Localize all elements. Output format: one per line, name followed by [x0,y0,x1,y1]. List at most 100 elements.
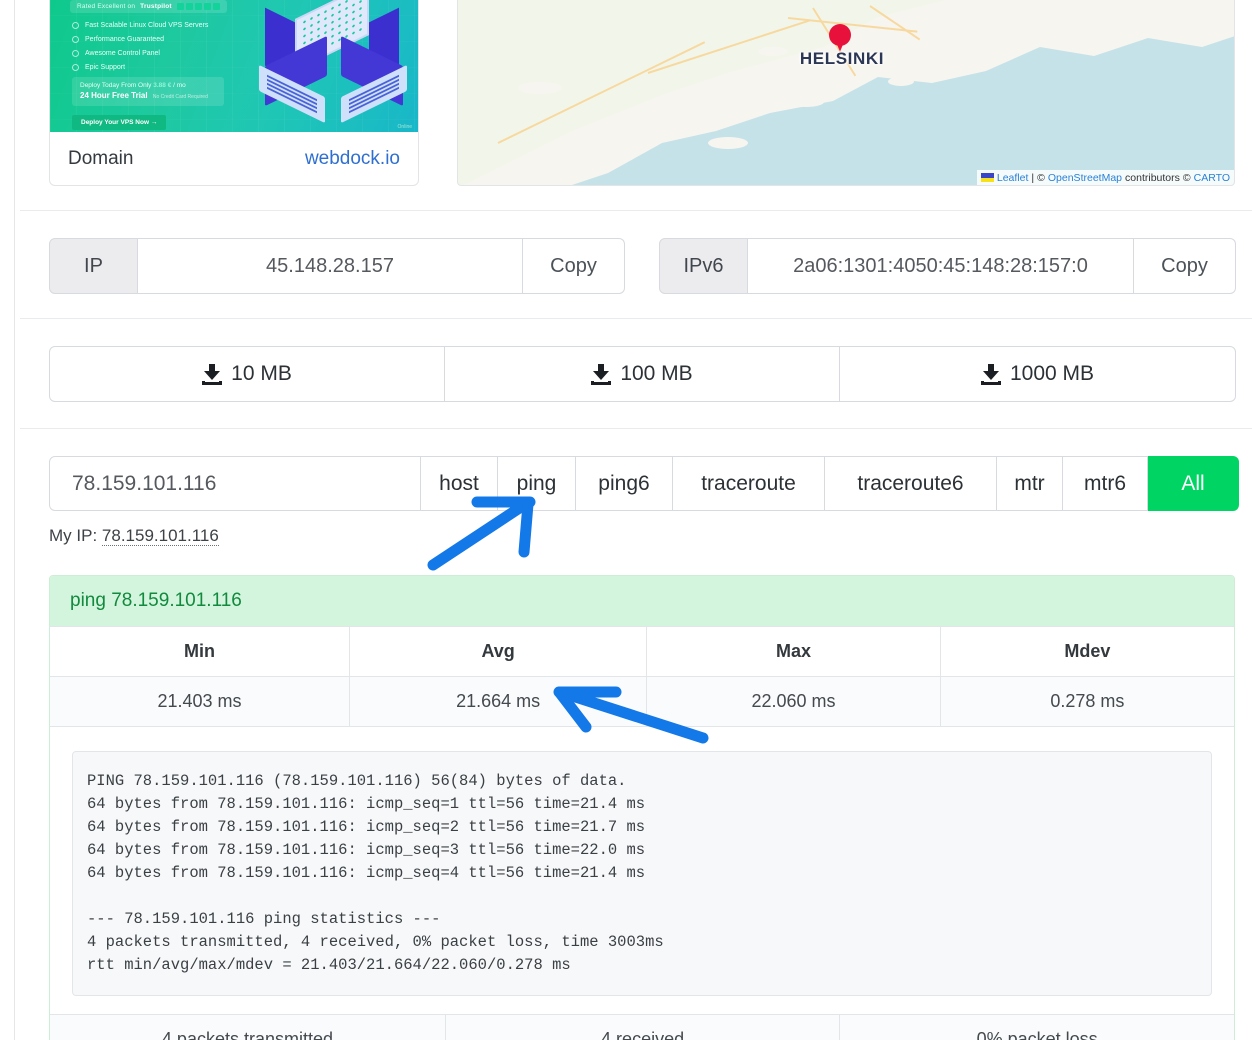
check-circle-icon [72,64,79,71]
ad-server-illustration [237,0,418,129]
attr-contributors: contributors [1125,171,1180,184]
ad-promo-price-note: / mo [173,82,186,89]
stats-value-avg: 21.664 ms [349,676,648,727]
download-100mb-label: 100 MB [620,362,693,385]
tool-button-ping6[interactable]: ping6 [576,456,673,511]
star-rating-icon [176,3,220,10]
download-icon [980,363,1001,385]
stats-value-max: 22.060 ms [646,676,941,727]
stats-header-max: Max [646,626,941,677]
my-ip-value[interactable]: 78.159.101.116 [101,526,219,546]
map-attribution: Leaflet | © OpenStreetMap contributors ©… [976,170,1234,185]
ad-feature-label: Fast Scalable Linux Cloud VPS Servers [85,22,209,29]
ad-cta-button[interactable]: Deploy Your VPS Now → [72,115,167,130]
top-row: Rated Excellent on Trustpilot Fast Scala… [0,0,1252,198]
map-city-label: HELSINKI [799,49,885,68]
download-10mb-label: 10 MB [231,362,292,385]
ipv4-copy-button[interactable]: Copy [523,238,625,294]
ad-promo-trial-line: 24 Hour Free Trial No Credit Card Requir… [80,91,216,100]
map-island [708,137,748,149]
section-separator [20,428,1252,429]
ad-trust-text: Rated Excellent on [77,3,136,10]
ipv6-group-wrapper: IPv6 2a06:1301:4050:45:148:28:157:0 Copy [659,238,1236,294]
ad-feature-item: Performance Guaranteed [72,36,208,43]
ad-feature-list: Fast Scalable Linux Cloud VPS Servers Pe… [72,22,208,78]
ad-promo-prefix: Deploy Today From Only [80,82,152,89]
location-map[interactable]: HELSINKI Leaflet | © OpenStreetMap contr… [457,0,1235,186]
ping-result-card: ping 78.159.101.116 Min Avg Max Mdev 21.… [49,575,1235,1040]
download-1000mb-button[interactable]: 1000 MB [840,346,1236,402]
table-header-row: Min Avg Max Mdev [50,626,1234,677]
my-ip-label: My IP: [49,526,98,545]
map-location-pin-icon [829,24,851,52]
download-1000mb-label: 1000 MB [1009,362,1095,385]
network-tools-toolbar: host ping ping6 traceroute traceroute6 m… [49,456,1239,511]
ipv4-label: IP [49,238,138,294]
map-island [978,27,1018,37]
ad-domain-row: Domain webdock.io [50,132,418,185]
map-island [928,57,958,66]
ad-promo-price: 3.88 € [153,82,172,89]
tool-button-traceroute6[interactable]: traceroute6 [825,456,997,511]
tool-button-mtr6[interactable]: mtr6 [1063,456,1148,511]
openstreetmap-link[interactable]: OpenStreetMap [1048,172,1122,184]
ipv4-group-wrapper: IP 45.148.28.157 Copy [49,238,625,294]
ad-trustpilot-badge: Rated Excellent on Trustpilot [70,0,227,13]
tool-button-mtr[interactable]: mtr [997,456,1063,511]
stats-header-avg: Avg [349,626,648,677]
ping-stats-table: Min Avg Max Mdev 21.403 ms 21.664 ms 22.… [50,626,1234,727]
carto-link[interactable]: CARTO [1194,172,1230,184]
stats-header-min: Min [50,626,351,677]
map-island [888,77,914,86]
sponsor-ad-card[interactable]: Rated Excellent on Trustpilot Fast Scala… [49,0,419,186]
download-10mb-button[interactable]: 10 MB [49,346,445,402]
leaflet-link[interactable]: Leaflet [997,172,1029,184]
host-input[interactable] [49,456,421,511]
tool-button-ping[interactable]: ping [498,456,576,511]
stats-header-mdev: Mdev [939,626,1234,677]
map-island [788,97,824,107]
ipv6-value[interactable]: 2a06:1301:4050:45:148:28:157:0 [748,238,1134,294]
summary-packet-loss: 0% packet loss [839,1014,1234,1040]
ad-feature-item: Epic Support [72,64,208,71]
ipv4-value[interactable]: 45.148.28.157 [138,238,523,294]
attr-copyright-2: © [1182,171,1191,184]
ipv6-label: IPv6 [659,238,748,294]
stats-value-min: 21.403 ms [50,676,351,727]
ad-promo-trial: 24 Hour Free Trial [80,91,148,100]
download-icon [591,363,612,385]
map-island [518,82,562,94]
ad-banner-image[interactable]: Rated Excellent on Trustpilot Fast Scala… [50,0,418,132]
ping-summary-table: 4 packets transmitted 4 received 0% pack… [50,1014,1234,1040]
ping-terminal-output: PING 78.159.101.116 (78.159.101.116) 56(… [72,751,1212,996]
summary-received: 4 received [444,1014,841,1040]
attr-copyright-1: © [1037,171,1045,184]
tool-button-host[interactable]: host [421,456,498,511]
ipv6-input-group: IPv6 2a06:1301:4050:45:148:28:157:0 Copy [659,238,1236,294]
page-root: Rated Excellent on Trustpilot Fast Scala… [0,0,1252,1040]
ad-promo-box: Deploy Today From Only 3.88 € / mo 24 Ho… [72,77,224,106]
check-circle-icon [72,50,79,57]
download-test-buttons: 10 MB 100 MB 1000 MB [49,346,1236,402]
tool-button-traceroute[interactable]: traceroute [673,456,825,511]
ukraine-flag-icon [980,173,994,182]
ad-feature-item: Fast Scalable Linux Cloud VPS Servers [72,22,208,29]
ad-domain-link[interactable]: webdock.io [305,148,400,170]
table-row: 21.403 ms 21.664 ms 22.060 ms 0.278 ms [50,676,1234,727]
map-island [578,147,626,159]
tool-button-all[interactable]: All [1148,456,1239,511]
download-100mb-button[interactable]: 100 MB [445,346,840,402]
map-island [638,107,693,121]
map-island [1058,7,1102,18]
download-icon [202,363,223,385]
stats-value-mdev: 0.278 ms [939,676,1234,727]
table-row: 4 packets transmitted 4 received 0% pack… [50,1014,1234,1040]
ad-promo-trial-note: No Credit Card Required [152,94,208,100]
section-separator [20,210,1252,211]
check-circle-icon [72,36,79,43]
ad-domain-label: Domain [68,148,134,169]
ad-promo-price-line: Deploy Today From Only 3.88 € / mo [80,82,216,89]
section-separator [20,318,1252,319]
ad-trust-brand: Trustpilot [140,3,172,10]
ipv6-copy-button[interactable]: Copy [1134,238,1236,294]
